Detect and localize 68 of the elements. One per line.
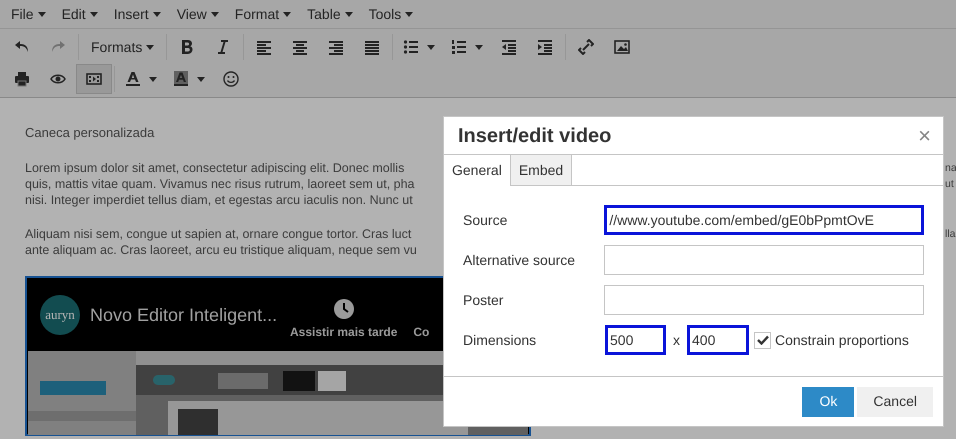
link-icon [578, 39, 594, 55]
paragraph-text: nisi. Integer imperdiet tellus diam, et egestas arcu iaculis non. Nunc ut [25, 192, 413, 208]
paragraph-text: quis, mattis vitae quam. Vivamus nec risus rutrum, laoreet sem ut, pha [25, 176, 415, 192]
print-icon [14, 71, 30, 87]
paragraph-text: ante aliquam ac. Cras laoreet, arcu eu tristique aliquam, neque sem vu [25, 242, 417, 258]
field-label: Source [463, 210, 508, 230]
caret-icon [152, 12, 161, 16]
numbered-list-icon [451, 39, 468, 55]
clock-icon [334, 299, 354, 319]
caret-icon [344, 12, 353, 16]
video-button[interactable] [76, 64, 112, 94]
input-field[interactable]: 500 [605, 325, 666, 355]
formats-menu[interactable]: Formats [81, 32, 164, 62]
caret-icon [210, 12, 219, 16]
input-field[interactable]: 400 [687, 325, 749, 355]
bold-icon [179, 39, 196, 55]
menu-item[interactable]: Table [299, 0, 361, 28]
caret-icon [38, 12, 46, 16]
dialog-tab[interactable]: General [444, 155, 511, 186]
field-label: Poster [463, 290, 504, 310]
outdent-icon [501, 39, 518, 55]
background-color-icon [173, 71, 189, 87]
film-icon [86, 71, 102, 87]
field-label: Alternative source [463, 250, 576, 270]
menu-item[interactable]: Insert [106, 0, 169, 28]
caret-icon [146, 44, 154, 50]
align-right-icon [328, 39, 344, 55]
menu-item[interactable]: Tools [360, 0, 422, 28]
check-icon [756, 335, 768, 345]
justify-icon [364, 39, 380, 55]
caret-icon [90, 12, 98, 16]
menu-item[interactable]: Format [226, 0, 300, 28]
share-button[interactable]: Co [413, 323, 430, 341]
caret-icon [149, 76, 157, 82]
heading-text: Caneca personalizada [25, 124, 154, 142]
paragraph-text: lla [945, 227, 956, 242]
align-center-icon [292, 39, 308, 55]
menu-item[interactable]: Edit [54, 0, 106, 28]
indent-icon [537, 39, 554, 55]
menu-item[interactable]: View [168, 0, 227, 28]
caret-icon [197, 76, 205, 82]
menu-item[interactable]: File [3, 0, 54, 28]
checkbox[interactable] [754, 332, 771, 348]
align-left-icon [256, 39, 272, 55]
image-icon [614, 39, 630, 55]
caret-icon [475, 44, 484, 50]
checkbox-label[interactable]: Constrain proportions [775, 330, 909, 350]
caret-icon [405, 12, 414, 16]
input-field[interactable]: //www.youtube.com/embed/gE0bPpmtOvE [604, 205, 924, 235]
dialog-title: Insert/edit video [458, 124, 612, 148]
watch-later-button[interactable]: Assistir mais tarde [290, 323, 398, 341]
paragraph-text: Aliquam nisi sem, congue ut sapien at, ornare congue tortor. Cras luct [25, 226, 412, 242]
input-field[interactable] [604, 245, 924, 275]
cancel-button[interactable]: Cancel [857, 386, 933, 416]
caret-icon [283, 12, 292, 16]
paragraph-text: ut [945, 177, 954, 192]
times-sign: x [673, 330, 680, 350]
bullet-list-icon [403, 39, 420, 55]
ok-button[interactable]: Ok [802, 386, 854, 416]
video-title: Novo Editor Inteligent... [90, 304, 274, 327]
input-field[interactable] [604, 285, 924, 315]
paragraph-text: Lorem ipsum dolor sit amet, consectetur adipiscing elit. Donec mollis [25, 160, 404, 176]
close-button[interactable]: × [918, 124, 931, 146]
channel-logo: auryn [40, 295, 80, 335]
smiley-icon [223, 71, 239, 87]
dialog-tab[interactable]: Embed [510, 155, 572, 185]
caret-icon [427, 44, 436, 50]
text-color-icon [125, 71, 141, 87]
